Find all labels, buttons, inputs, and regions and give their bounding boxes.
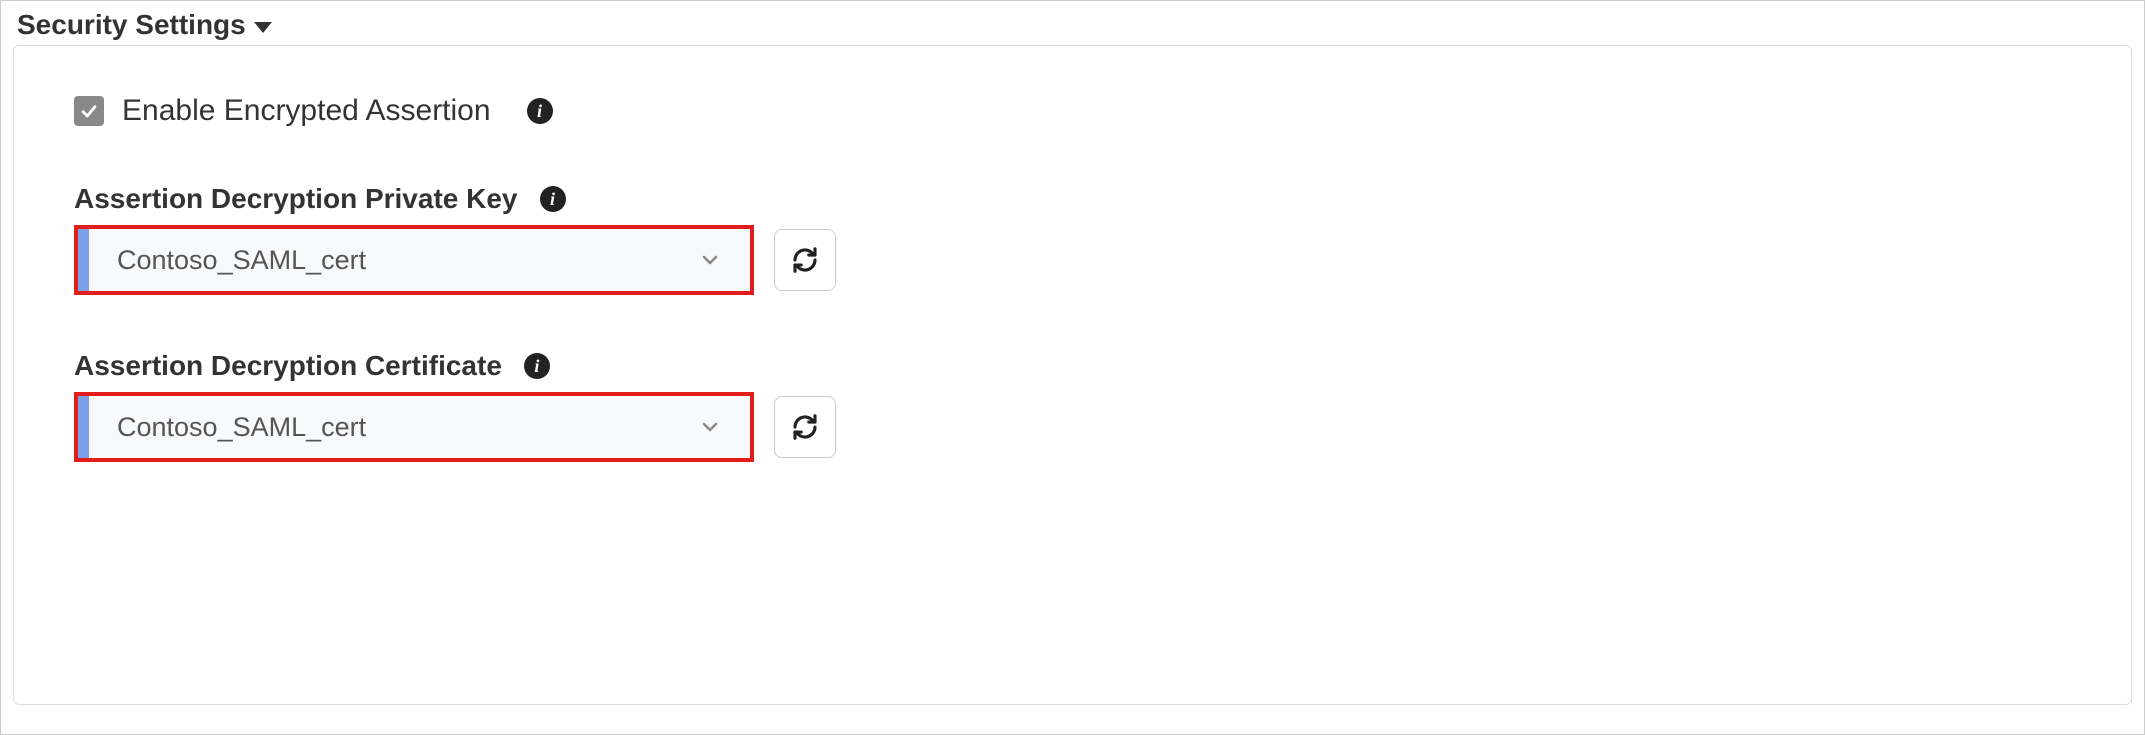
certificate-select[interactable]: Contoso_SAML_cert <box>74 392 754 462</box>
private-key-refresh-button[interactable] <box>774 229 836 291</box>
select-active-bar <box>78 229 89 291</box>
enable-encrypted-assertion-row: Enable Encrypted Assertion i <box>74 94 2091 128</box>
private-key-field-row: Contoso_SAML_cert <box>74 225 2091 295</box>
private-key-label-row: Assertion Decryption Private Key i <box>74 183 2091 215</box>
certificate-label-row: Assertion Decryption Certificate i <box>74 350 2091 382</box>
private-key-field-group: Assertion Decryption Private Key i Conto… <box>74 183 2091 295</box>
private-key-select[interactable]: Contoso_SAML_cert <box>74 225 754 295</box>
info-icon[interactable]: i <box>524 353 550 379</box>
certificate-value: Contoso_SAML_cert <box>89 412 698 443</box>
certificate-refresh-button[interactable] <box>774 396 836 458</box>
certificate-label: Assertion Decryption Certificate <box>74 350 502 382</box>
section-header[interactable]: Security Settings <box>17 9 2132 41</box>
section-title: Security Settings <box>17 9 246 41</box>
chevron-down-icon <box>698 248 750 272</box>
enable-encrypted-assertion-checkbox[interactable] <box>74 96 104 126</box>
checkmark-icon <box>79 101 99 121</box>
enable-encrypted-assertion-label: Enable Encrypted Assertion <box>122 94 491 128</box>
private-key-value: Contoso_SAML_cert <box>89 245 698 276</box>
refresh-icon <box>790 412 820 442</box>
certificate-field-row: Contoso_SAML_cert <box>74 392 2091 462</box>
chevron-down-icon <box>698 415 750 439</box>
caret-down-icon <box>254 22 272 33</box>
select-active-bar <box>78 396 89 458</box>
info-icon[interactable]: i <box>540 186 566 212</box>
info-icon[interactable]: i <box>527 98 553 124</box>
settings-panel: Enable Encrypted Assertion i Assertion D… <box>13 45 2132 705</box>
security-settings-section: Security Settings Enable Encrypted Asser… <box>0 0 2145 735</box>
refresh-icon <box>790 245 820 275</box>
private-key-label: Assertion Decryption Private Key <box>74 183 518 215</box>
certificate-field-group: Assertion Decryption Certificate i Conto… <box>74 350 2091 462</box>
